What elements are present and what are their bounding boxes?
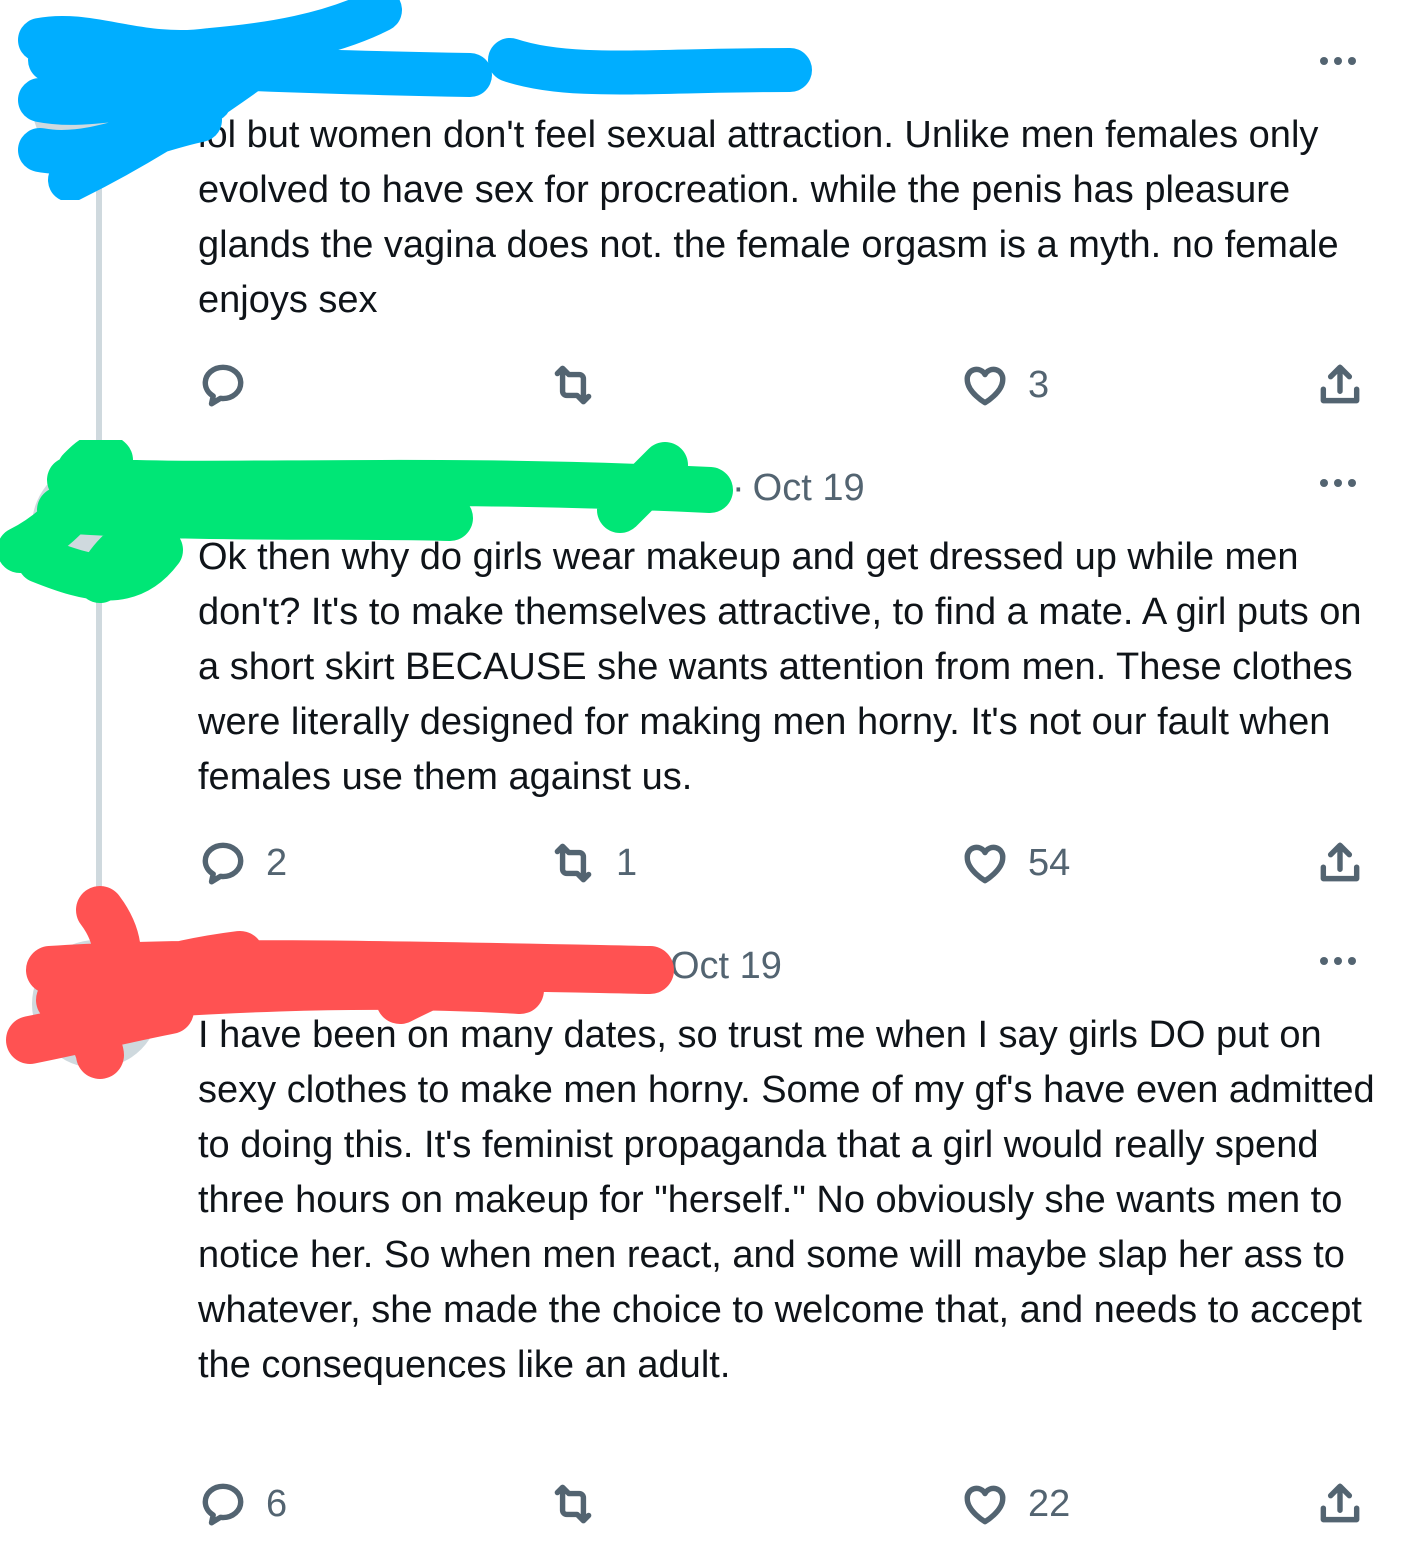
tweet-date[interactable]: Oct 19 — [670, 945, 782, 988]
avatar[interactable] — [32, 940, 160, 1068]
tweet-header: @ · Oct 19 — [198, 40, 691, 92]
tweet-text: I have been on many dates, so trust me w… — [198, 1014, 1386, 1386]
heart-icon — [964, 366, 1006, 406]
retweet-button[interactable] — [548, 1476, 616, 1532]
retweet-icon — [554, 365, 592, 405]
tweet[interactable]: · Oct 19 Ok then why do girls wear makeu… — [0, 440, 1408, 920]
heart-icon — [964, 844, 1006, 884]
retweet-count: 1 — [616, 841, 638, 884]
separator-dot: · — [732, 466, 745, 509]
username[interactable]: @ — [210, 45, 249, 88]
like-count: 22 — [1028, 1482, 1071, 1525]
heart-icon — [964, 1485, 1006, 1525]
tweet-date[interactable]: Oct 19 — [579, 45, 691, 88]
retweet-icon — [554, 1484, 592, 1524]
reply-count: 2 — [266, 841, 288, 884]
avatar[interactable] — [32, 40, 160, 168]
share-icon — [1320, 842, 1360, 882]
tweet[interactable]: @ · Oct 19 lol but women don't feel sexu… — [0, 0, 1408, 440]
retweet-button[interactable]: 1 — [548, 835, 637, 891]
more-options-button[interactable] — [1308, 946, 1368, 976]
retweet-icon — [554, 843, 592, 883]
reply-icon — [202, 842, 244, 885]
tweet[interactable]: Oct 19 I have been on many dates, so tru… — [0, 886, 1408, 1562]
more-icon — [1320, 57, 1328, 65]
tweet-date[interactable]: Oct 19 — [753, 467, 865, 510]
reply-button[interactable] — [198, 357, 266, 413]
like-count: 54 — [1028, 841, 1071, 884]
share-button[interactable] — [1315, 1476, 1365, 1532]
reply-icon — [202, 364, 244, 407]
retweet-button[interactable] — [548, 357, 616, 413]
reply-button[interactable]: 2 — [198, 835, 287, 891]
like-button[interactable]: 22 — [960, 1476, 1070, 1532]
tweet-actions: 3 — [0, 357, 1408, 413]
tweet-text: lol but women don't feel sexual attracti… — [198, 114, 1350, 321]
separator-dot: · — [558, 44, 572, 87]
tweet-actions: 2 1 54 — [0, 835, 1408, 891]
reply-count: 6 — [266, 1482, 288, 1525]
share-icon — [1320, 364, 1360, 404]
share-icon — [1320, 1483, 1360, 1523]
like-button[interactable]: 54 — [960, 835, 1070, 891]
tweet-actions: 6 22 — [0, 1476, 1408, 1532]
avatar[interactable] — [32, 462, 160, 590]
more-icon — [1320, 479, 1328, 487]
more-options-button[interactable] — [1308, 46, 1368, 76]
more-options-button[interactable] — [1308, 468, 1368, 498]
tweet-header: Oct 19 — [198, 940, 782, 992]
more-icon — [1320, 957, 1328, 965]
like-count: 3 — [1028, 363, 1050, 406]
reply-icon — [202, 1483, 244, 1526]
tweet-header: · Oct 19 — [198, 462, 865, 514]
tweet-text: Ok then why do girls wear makeup and get… — [198, 536, 1373, 798]
share-button[interactable] — [1315, 357, 1365, 413]
reply-button[interactable]: 6 — [198, 1476, 287, 1532]
share-button[interactable] — [1315, 835, 1365, 891]
like-button[interactable]: 3 — [960, 357, 1049, 413]
